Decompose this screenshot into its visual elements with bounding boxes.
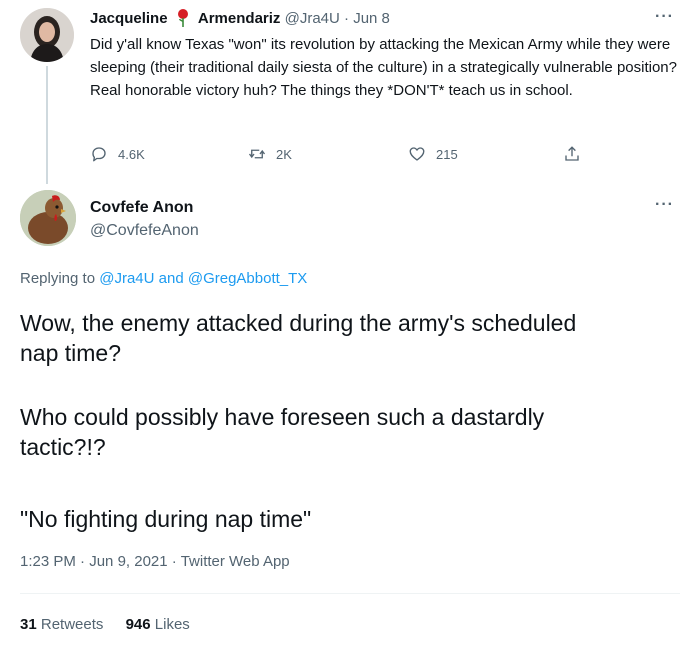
parent-more-options-icon[interactable]: ··· [655,8,674,26]
meta-dot: · [171,553,177,570]
likes-count: 946 [125,616,151,633]
meta-dot: · [80,553,86,570]
likes-stat[interactable]: 946 Likes [126,616,190,633]
tweet-line: nap time? [20,340,122,366]
rose-icon [176,9,190,27]
retweet-icon [248,149,266,159]
main-author-handle[interactable]: @CovfefeAnon [90,221,199,241]
like-button[interactable]: 215 [408,143,458,165]
retweets-stat[interactable]: 31 Retweets [20,616,108,633]
replying-to-link-1[interactable]: @Jra4U [99,270,154,287]
retweet-button[interactable]: 2K [248,143,292,165]
parent-tweet-header: Jacqueline Armendariz @Jra4U · Jun 8 [90,9,390,29]
parent-tweet-text: Did y'all know Texas "won" its revolutio… [90,36,677,99]
reply-button[interactable]: 4.6K [90,143,145,165]
parent-tweet-date[interactable]: Jun 8 [353,10,390,27]
tweet-paragraph-2: Who could possibly have foreseen such a … [20,402,680,462]
share-icon [565,146,579,161]
parent-author-name-first[interactable]: Jacqueline [90,10,168,27]
reply-icon [92,147,106,162]
tweet-time[interactable]: 1:23 PM [20,553,76,570]
replying-prefix: Replying to [20,270,96,287]
retweets-label: Retweets [40,616,104,633]
tweet-paragraph-3: "No fighting during nap time" [20,504,680,534]
replying-to-link-2[interactable]: @GregAbbott_TX [188,270,307,287]
replying-and[interactable]: and [159,270,184,287]
main-author-name[interactable]: Covfefe Anon [90,198,193,218]
tweet-source[interactable]: Twitter Web App [181,553,290,570]
like-count: 215 [436,146,458,162]
reply-count: 4.6K [118,146,145,162]
replying-to: Replying to @Jra4U and @GregAbbott_TX [20,269,307,289]
retweets-count: 31 [20,616,37,633]
tweet-stats: 31 Retweets 946 Likes [20,615,190,635]
likes-label: Likes [154,616,190,633]
share-button[interactable] [563,143,591,165]
tweet-line: tactic?!? [20,434,106,460]
tweet-line: "No fighting during nap time" [20,506,312,532]
tweet-meta: 1:23 PM · Jun 9, 2021 · Twitter Web App [20,552,290,572]
parent-author-name-last[interactable]: Armendariz [198,10,281,27]
tweet-paragraph-1: Wow, the enemy attacked during the army'… [20,308,680,368]
main-avatar[interactable] [20,190,76,246]
tweet-line: Wow, the enemy attacked during the army'… [20,310,577,336]
parent-avatar[interactable] [20,8,74,62]
retweet-count: 2K [276,146,292,162]
thread-line [46,66,48,184]
like-icon [409,147,425,161]
tweet-line: Who could possibly have foreseen such a … [20,404,545,430]
parent-author-handle[interactable]: @Jra4U [285,10,340,27]
tweet-date[interactable]: Jun 9, 2021 [89,553,167,570]
separator-dot: · [344,10,350,27]
main-more-options-icon[interactable]: ··· [655,196,674,214]
divider [20,593,680,594]
